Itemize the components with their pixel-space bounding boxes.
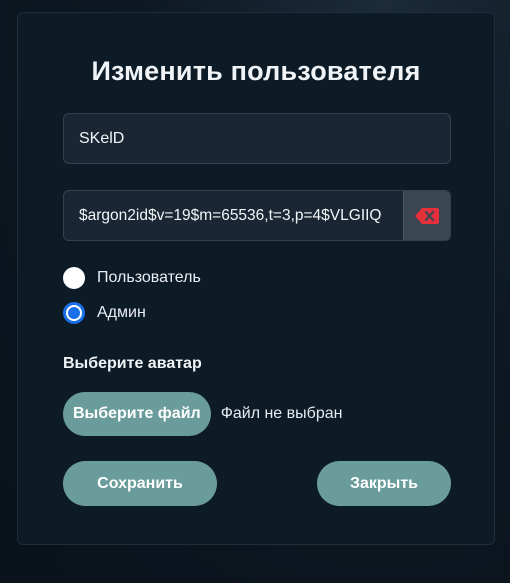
role-option-admin[interactable]: Админ <box>63 302 146 324</box>
backspace-x-icon <box>415 207 439 224</box>
username-input[interactable] <box>64 114 450 163</box>
password-field-wrapper <box>63 190 451 241</box>
role-option-user[interactable]: Пользователь <box>63 267 201 289</box>
avatar-file-picker: Выберите файл Файл не выбран <box>63 392 342 436</box>
username-field-wrapper <box>63 113 451 164</box>
avatar-section-label: Выберите аватар <box>63 355 202 372</box>
edit-user-modal: Изменить пользователя Пользователь Админ… <box>17 12 495 545</box>
modal-title: Изменить пользователя <box>91 56 421 86</box>
choose-file-button[interactable]: Выберите файл <box>63 392 211 436</box>
clear-password-button[interactable] <box>403 191 450 240</box>
save-button[interactable]: Сохранить <box>63 461 217 506</box>
radio-user[interactable] <box>63 267 85 289</box>
role-admin-label: Админ <box>97 304 146 321</box>
password-hash-input[interactable] <box>64 191 405 240</box>
file-status-text: Файл не выбран <box>220 405 343 422</box>
close-button[interactable]: Закрыть <box>317 461 451 506</box>
radio-admin[interactable] <box>63 302 85 324</box>
role-user-label: Пользователь <box>97 269 201 286</box>
